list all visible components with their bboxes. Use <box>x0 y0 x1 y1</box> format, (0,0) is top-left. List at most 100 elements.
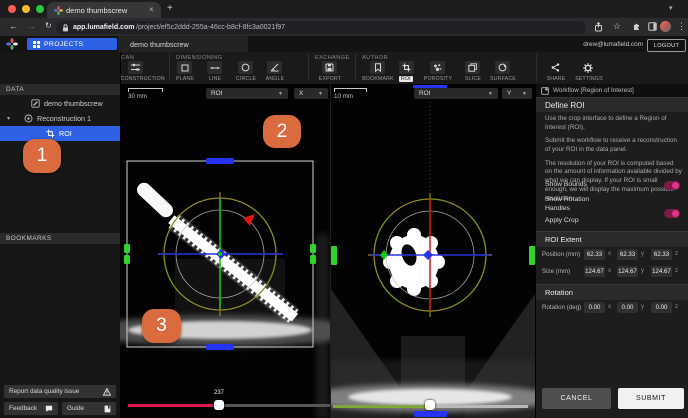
show-bounds-toggle[interactable] <box>664 181 680 190</box>
feedback-button[interactable]: Feedback <box>4 402 58 415</box>
submit-button[interactable]: SUBMIT <box>618 388 684 409</box>
window-close-button[interactable] <box>8 5 16 13</box>
tour-step-badge-2[interactable]: 2 <box>263 115 301 148</box>
surface-tool-button[interactable] <box>495 61 510 74</box>
workflow-panel-title: Workflow [Region of Interest] <box>553 87 634 94</box>
report-data-quality-button[interactable]: Report data quality issue <box>4 385 116 398</box>
window-minimize-button[interactable] <box>22 5 30 13</box>
rotation-z-input[interactable]: 0.00 <box>651 302 672 313</box>
browser-address-bar: ← → ↻ app.lumafield.com /project/ef5c2dd… <box>0 18 688 37</box>
profile-avatar[interactable] <box>660 21 671 32</box>
sidebar-item-roi[interactable]: ROI <box>0 126 120 141</box>
cancel-button[interactable]: CANCEL <box>542 388 611 409</box>
logout-button[interactable]: LOGOUT <box>647 39 686 52</box>
scale-label-right: 10 mm <box>334 93 353 100</box>
window-zoom-button[interactable] <box>36 5 44 13</box>
browser-menu-icon[interactable]: ⋮ <box>677 21 686 32</box>
bookmark-star-icon[interactable]: ☆ <box>613 21 621 32</box>
tab-title: demo thumbscrew <box>66 6 128 15</box>
surface-tool-label: SURFACE <box>490 76 516 82</box>
scale-ruler-right <box>334 88 367 92</box>
reload-icon[interactable]: ↻ <box>45 21 52 30</box>
side-panel-icon[interactable] <box>648 22 657 31</box>
axis-letter-y: y <box>641 251 644 257</box>
axis-letter-x: x <box>608 268 611 274</box>
angle-tool-button[interactable] <box>267 61 282 74</box>
position-z-input[interactable]: 62.33 <box>651 249 672 260</box>
slice-slider-value: 237 <box>213 390 224 396</box>
chevron-down-icon: ▼ <box>318 90 323 97</box>
axis-letter-y: y <box>641 304 644 310</box>
project-title-tab[interactable]: demo thumbscrew <box>118 36 248 52</box>
viewport-right-ct-image[interactable] <box>331 84 535 418</box>
user-email: drew@lumafield.com <box>583 41 643 48</box>
scale-label-left: 30 mm <box>128 93 147 100</box>
roi-tool-button[interactable] <box>399 61 414 74</box>
circle-icon <box>241 63 250 72</box>
line-tool-button[interactable] <box>207 61 222 74</box>
size-z-input[interactable]: 124.67 <box>651 266 672 277</box>
feedback-bubble-icon <box>45 405 53 412</box>
chevron-down-icon: ▼ <box>488 90 493 97</box>
position-y-input[interactable]: 62.33 <box>617 249 638 260</box>
plane-tool-button[interactable] <box>177 61 192 74</box>
show-rotation-handles-label: Show Rotation Handles <box>545 196 590 212</box>
roi-bottom-handle-right-view[interactable] <box>414 411 447 417</box>
dataset-dropdown-right[interactable]: ROI ▼ <box>414 88 498 99</box>
axis-letter-x: x <box>608 304 611 310</box>
roi-extent-header: ROI Extent <box>536 231 688 247</box>
show-rotation-handles-toggle[interactable] <box>664 209 680 218</box>
extensions-icon[interactable] <box>632 22 641 31</box>
circle-tool-button[interactable] <box>238 61 253 74</box>
slice-slider-thumb-right[interactable] <box>425 400 435 410</box>
roi-right-handle <box>310 244 316 253</box>
chevron-down-icon[interactable]: ▾ <box>7 115 10 122</box>
omnibox[interactable]: app.lumafield.com /project/ef5c2ddd-255a… <box>56 21 586 34</box>
reconstruction-icon <box>131 63 140 71</box>
tab-close-icon[interactable]: × <box>149 5 154 14</box>
reconstruction-item-icon <box>24 114 33 122</box>
rotation-x-input[interactable]: 0.00 <box>584 302 605 313</box>
axis-dropdown-right[interactable]: Y ▼ <box>502 88 532 99</box>
slice-slider-track[interactable] <box>219 404 330 407</box>
position-label: Position (mm) <box>542 251 581 258</box>
back-icon[interactable]: ← <box>9 21 18 31</box>
tab-list-chevron-icon[interactable]: ▾ <box>669 4 673 12</box>
rotation-y-input[interactable]: 0.00 <box>617 302 638 313</box>
slice-slider-track-right[interactable] <box>435 405 528 408</box>
bookmark-tool-button[interactable] <box>370 61 385 74</box>
url-domain: app.lumafield.com <box>73 24 135 31</box>
size-y-input[interactable]: 124.67 <box>617 266 638 277</box>
paragraph: Use the crop interface to define a Regio… <box>545 115 667 131</box>
porosity-tool-button[interactable] <box>430 61 445 74</box>
browser-tab[interactable]: demo thumbscrew × <box>47 2 161 18</box>
position-x-input[interactable]: 62.33 <box>584 249 605 260</box>
roi-left-handle-right-view[interactable] <box>331 246 337 265</box>
new-tab-icon[interactable]: + <box>167 3 173 14</box>
workflow-panel-header: Workflow [Region of Interest] <box>536 84 688 97</box>
forward-icon[interactable]: → <box>27 21 36 31</box>
tour-step-badge-1[interactable]: 1 <box>23 139 61 173</box>
slice-slider-track-filled[interactable] <box>128 404 219 407</box>
size-x-input[interactable]: 124.67 <box>584 266 605 277</box>
share-nodes-icon <box>551 63 560 72</box>
sidebar-item-reconstruction-1[interactable]: ▾ Reconstruction 1 <box>0 111 120 125</box>
slice-tool-button[interactable] <box>465 61 480 74</box>
reconstruction-tool-button[interactable] <box>128 61 143 74</box>
export-tool-button[interactable] <box>322 61 337 74</box>
axis-letter-x: x <box>608 251 611 257</box>
dataset-dropdown-left[interactable]: ROI ▼ <box>206 88 288 99</box>
tour-step-badge-3[interactable]: 3 <box>142 309 181 343</box>
slice-slider-track-filled-right[interactable] <box>333 405 426 408</box>
sidebar-item-demo-thumbscrew[interactable]: demo thumbscrew <box>0 96 120 110</box>
share-tool-button[interactable] <box>548 61 563 74</box>
warning-icon <box>103 387 111 396</box>
data-panel-header: DATA <box>0 84 126 95</box>
toolbar-divider <box>536 54 537 81</box>
slice-slider-thumb-left[interactable] <box>214 400 224 410</box>
projects-button[interactable]: PROJECTS <box>27 38 117 50</box>
guide-button[interactable]: Guide <box>62 402 116 415</box>
settings-tool-button[interactable] <box>580 61 595 74</box>
share-icon[interactable] <box>594 22 603 32</box>
axis-dropdown-left[interactable]: X ▼ <box>294 88 328 99</box>
